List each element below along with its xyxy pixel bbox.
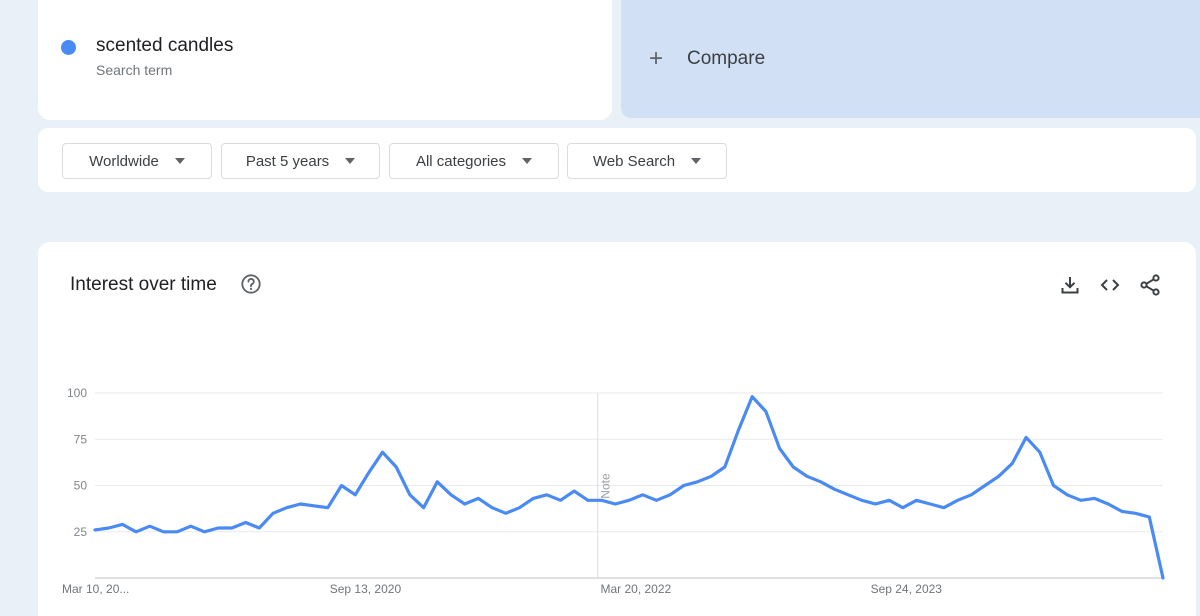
interest-line-chart: 100 75 50 25 Note Mar 10, 20... Sep 13, 2020 Ma… bbox=[62, 386, 1165, 596]
x-tick-label: Mar 20, 2022 bbox=[600, 582, 671, 596]
interest-series-line bbox=[93, 395, 1165, 580]
x-tick-label: Sep 13, 2020 bbox=[330, 582, 402, 596]
y-tick-label: 25 bbox=[74, 525, 88, 539]
x-tick-label: Sep 24, 2023 bbox=[871, 582, 943, 596]
y-tick-label: 100 bbox=[67, 386, 87, 400]
x-tick-label: Mar 10, 20... bbox=[62, 582, 129, 596]
y-tick-label: 50 bbox=[74, 479, 88, 493]
y-tick-label: 75 bbox=[74, 432, 88, 446]
note-label: Note bbox=[599, 473, 613, 499]
